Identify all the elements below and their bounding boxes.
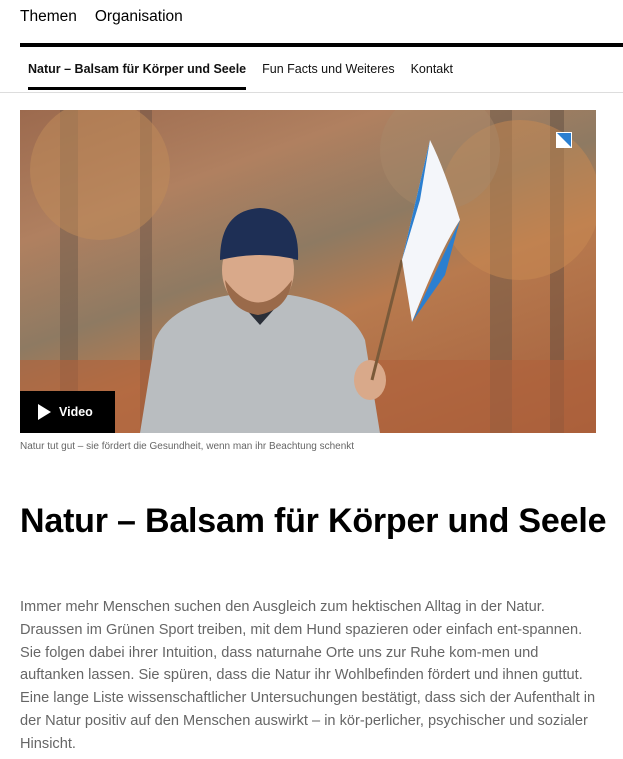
subnav-divider <box>0 92 623 93</box>
subnav-natur[interactable]: Natur – Balsam für Körper und Seele <box>28 62 247 90</box>
lead-paragraph: Immer mehr Menschen suchen den Ausgleich… <box>20 599 596 752</box>
video-thumbnail[interactable]: Video <box>20 110 596 433</box>
image-caption: Natur tut gut – sie fördert die Gesundhe… <box>20 441 355 452</box>
page-title: Natur – Balsam für Körper und Seele <box>20 502 607 540</box>
top-navigation: Themen Organisation <box>20 8 183 26</box>
subnav-kontakt[interactable]: Kontakt <box>411 62 453 90</box>
forest-man-flag-image <box>20 110 596 433</box>
play-video-button[interactable]: Video <box>20 391 115 433</box>
video-label: Video <box>59 405 93 419</box>
nav-themen[interactable]: Themen <box>20 8 77 26</box>
subnav-fun-facts[interactable]: Fun Facts und Weiteres <box>262 62 394 90</box>
header-divider <box>20 43 623 47</box>
nav-organisation[interactable]: Organisation <box>95 8 183 26</box>
zurich-flag-icon <box>556 132 572 148</box>
sub-navigation: Natur – Balsam für Körper und Seele Fun … <box>28 62 469 90</box>
play-icon <box>38 404 51 420</box>
